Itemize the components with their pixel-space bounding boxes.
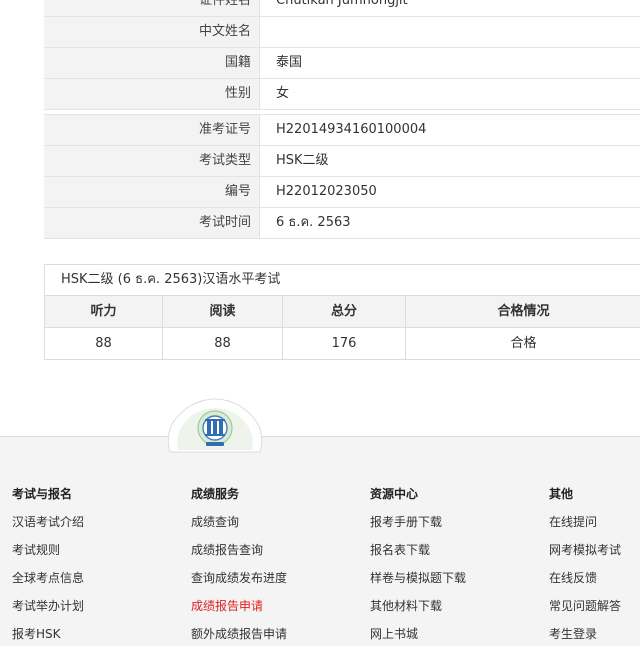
footer-link-sample-papers[interactable]: 样卷与模拟题下载 [370,570,466,598]
footer-link-exam-rules[interactable]: 考试规则 [12,542,84,570]
info-row-chinese-name: 中文姓名 [44,17,640,48]
footer-link-faq[interactable]: 常见问题解答 [549,598,621,626]
result-header-row: 听力 阅读 总分 合格情况 [45,296,640,328]
info-value: 泰国 [259,48,640,78]
result-title: HSK二级 (6 ธ.ค. 2563)汉语水平考试 [45,265,640,296]
value-reading: 88 [163,328,283,359]
info-row-id-name: 证件姓名 Chutikan Jumhongjit [44,0,640,17]
value-pass-status: 合格 [510,336,537,351]
info-value: H22012023050 [259,177,640,207]
footer-link-feedback[interactable]: 在线反馈 [549,570,621,598]
footer-link-exam-intro[interactable]: 汉语考试介绍 [12,514,84,542]
info-value: 女 [259,79,640,109]
info-label: 编号 [44,177,259,207]
footer [0,436,640,646]
info-row-serial-number: 编号 H22012023050 [44,177,640,208]
footer-column-title: 考试与报名 [12,487,73,501]
score-result-table: HSK二级 (6 ธ.ค. 2563)汉语水平考试 听力 阅读 总分 合格情况 … [44,264,640,360]
footer-link-online-question[interactable]: 在线提问 [549,514,621,542]
header-pass-status: 合格情况 [497,304,550,319]
footer-link-candidate-login[interactable]: 考生登录 [549,626,621,654]
footer-link-score-release-progress[interactable]: 查询成绩发布进度 [191,570,287,598]
info-label: 证件姓名 [44,0,259,16]
info-value: Chutikan Jumhongjit [259,0,640,16]
footer-link-online-bookstore[interactable]: 网上书城 [370,626,466,654]
info-label: 国籍 [44,48,259,78]
info-row-gender: 性别 女 [44,79,640,110]
info-label: 性别 [44,79,259,109]
footer-column-title: 资源中心 [370,487,419,501]
footer-link-mock-exam[interactable]: 网考模拟考试 [549,542,621,570]
footer-link-handbook-download[interactable]: 报考手册下载 [370,514,466,542]
info-label: 考试时间 [44,208,259,238]
footer-column-score-services: 成绩服务 成绩查询 成绩报告查询 查询成绩发布进度 成绩报告申请 额外成绩报告申… [191,486,287,654]
footer-link-score-report-request[interactable]: 成绩报告申请 [191,598,287,626]
footer-column-resources: 资源中心 报考手册下载 报名表下载 样卷与模拟题下载 其他材料下载 网上书城 [370,486,466,654]
result-value-row: 88 88 176 合格 [45,328,640,359]
info-value: 6 ธ.ค. 2563 [259,208,640,238]
footer-column-title: 其他 [549,487,574,501]
info-value: HSK二级 [259,146,640,176]
footer-link-test-centers[interactable]: 全球考点信息 [12,570,84,598]
footer-link-score-report-query[interactable]: 成绩报告查询 [191,542,287,570]
footer-column-exam-registration: 考试与报名 汉语考试介绍 考试规则 全球考点信息 考试举办计划 报考HSK [12,486,84,654]
footer-link-other-materials[interactable]: 其他材料下载 [370,598,466,626]
header-total: 总分 [283,296,406,327]
header-reading: 阅读 [163,296,283,327]
info-row-ticket-number: 准考证号 H22014934160100004 [44,115,640,146]
info-row-exam-date: 考试时间 6 ธ.ค. 2563 [44,208,640,239]
info-row-nationality: 国籍 泰国 [44,48,640,79]
footer-link-score-query[interactable]: 成绩查询 [191,514,287,542]
info-value [259,17,640,47]
footer-link-form-download[interactable]: 报名表下载 [370,542,466,570]
footer-link-exam-schedule[interactable]: 考试举办计划 [12,598,84,626]
info-label: 准考证号 [44,115,259,145]
value-total: 176 [283,328,406,359]
footer-column-other: 其他 在线提问 网考模拟考试 在线反馈 常见问题解答 考生登录 [549,486,621,654]
footer-divider [0,436,640,437]
value-listening: 88 [45,328,163,359]
footer-link-register-hsk[interactable]: 报考HSK [12,626,84,654]
header-listening: 听力 [45,296,163,327]
footer-link-extra-score-report[interactable]: 额外成绩报告申请 [191,626,287,654]
info-row-exam-type: 考试类型 HSK二级 [44,146,640,177]
candidate-info-table: 证件姓名 Chutikan Jumhongjit 中文姓名 国籍 泰国 性别 女… [44,0,640,239]
info-label: 中文姓名 [44,17,259,47]
info-label: 考试类型 [44,146,259,176]
footer-column-title: 成绩服务 [191,487,240,501]
info-value: H22014934160100004 [259,115,640,145]
hsk-logo-icon [167,398,263,453]
